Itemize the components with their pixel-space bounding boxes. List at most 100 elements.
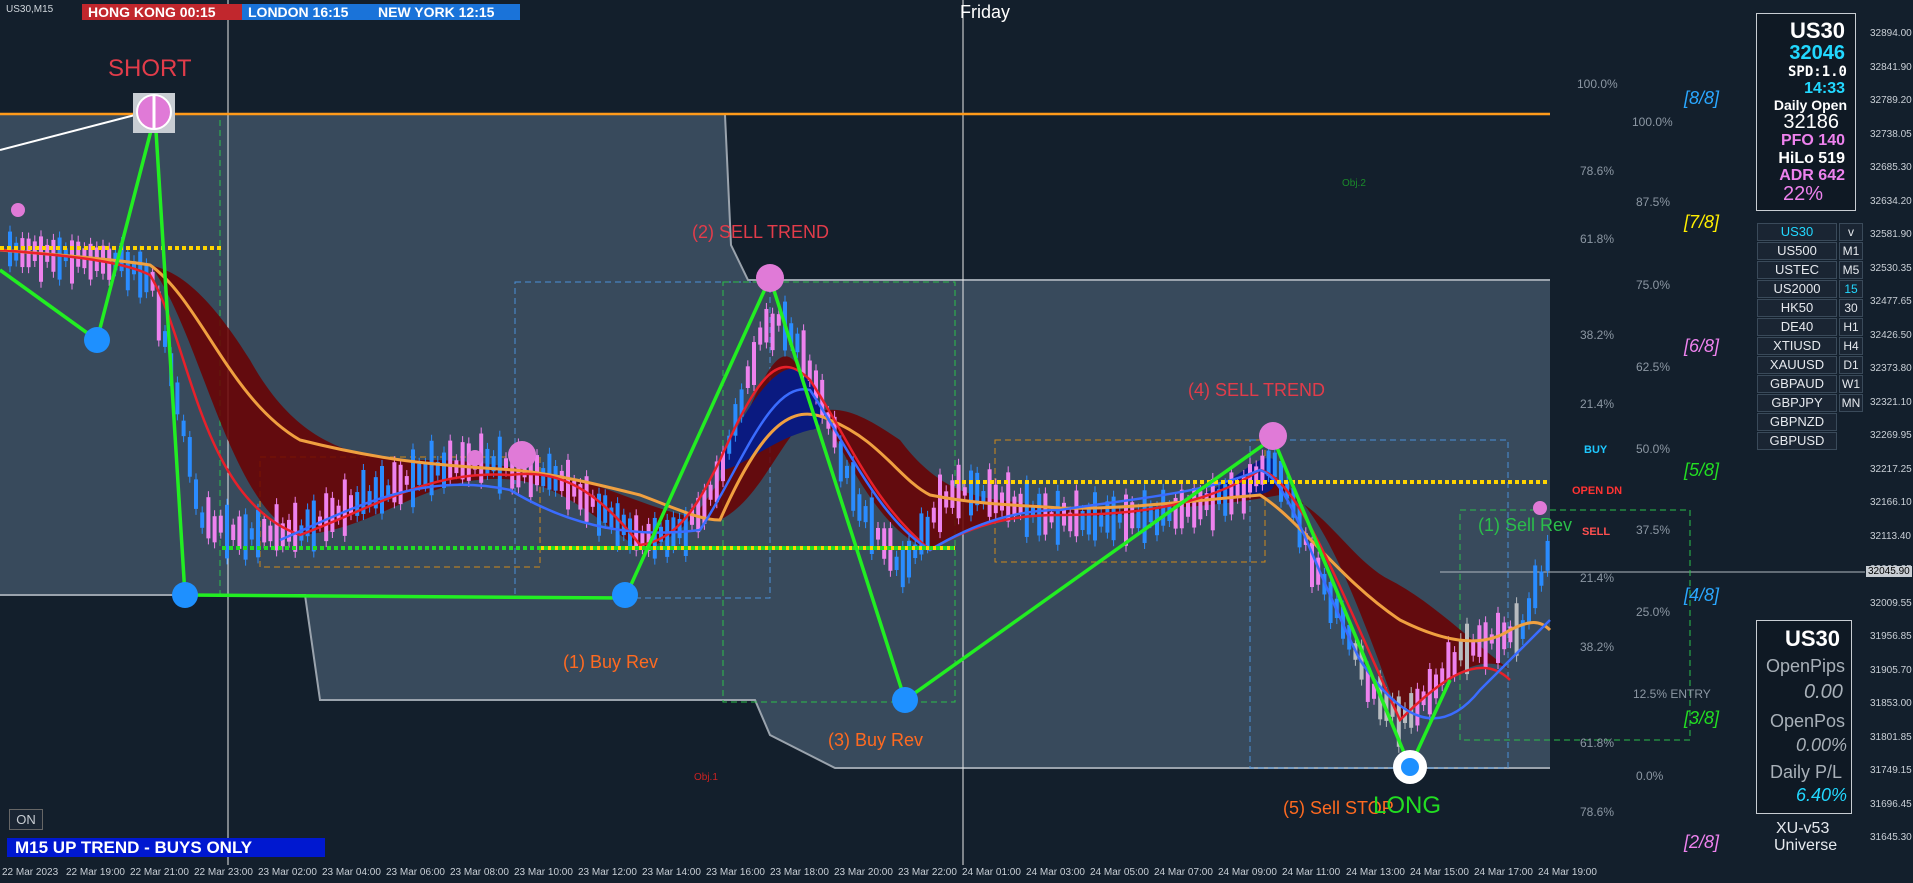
time-tick: 24 Mar 07:00	[1154, 867, 1213, 878]
candle-body	[218, 515, 223, 533]
sell-rev-1-label: (1) Sell Rev	[1478, 515, 1573, 535]
timeframe-button-h1[interactable]: H1	[1839, 318, 1863, 336]
timeframe-button-m5[interactable]: M5	[1839, 261, 1863, 279]
symbol-title: US30,M15	[6, 4, 54, 15]
symbol-button-us500[interactable]: US500	[1757, 242, 1837, 260]
candle-body	[1483, 622, 1488, 669]
open-pos-label: OpenPos	[1770, 711, 1846, 731]
candle-body	[249, 528, 254, 540]
info-hilo: HiLo 519	[1778, 150, 1845, 167]
candle-body	[442, 452, 446, 488]
price-tick: 31696.45	[1870, 798, 1912, 810]
fib-right: 25.0%	[1636, 605, 1671, 619]
price-chart[interactable]	[0, 0, 1913, 883]
candle-body	[417, 463, 422, 485]
candle-body	[764, 308, 769, 343]
time-tick: 22 Mar 2023	[2, 867, 59, 878]
candle-body	[380, 466, 384, 514]
candle-body	[845, 465, 849, 479]
murrey-5-8: [5/8]	[1684, 460, 1720, 480]
price-tick: 31801.85	[1870, 731, 1912, 743]
symbol-button-us30[interactable]: US30	[1757, 223, 1837, 241]
candle-body	[1527, 598, 1531, 624]
candle-body	[1074, 490, 1079, 537]
timeframe-button-mn[interactable]: MN	[1839, 394, 1863, 412]
candle-body	[324, 493, 329, 542]
time-tick: 23 Mar 12:00	[578, 867, 637, 878]
fib-right: 75.0%	[1636, 278, 1671, 292]
time-tick: 24 Mar 03:00	[1026, 867, 1085, 878]
swing-low-dot	[84, 327, 110, 353]
timeframe-button-w1[interactable]: W1	[1839, 375, 1863, 393]
fib-right: 0.0%	[1636, 769, 1664, 783]
buy-label: BUY	[1584, 444, 1608, 456]
candle-body	[1272, 452, 1277, 478]
symbol-button-gbpjpy[interactable]: GBPJPY	[1757, 394, 1837, 412]
timeframe-button-m1[interactable]: M1	[1839, 242, 1863, 260]
price-tick: 32113.40	[1870, 530, 1911, 542]
time-tick: 23 Mar 18:00	[770, 867, 829, 878]
symbol-button-xtiusd[interactable]: XTIUSD	[1757, 337, 1837, 355]
candle-body	[76, 241, 81, 267]
candle-body	[1049, 512, 1054, 523]
symbol-button-xauusd[interactable]: XAUUSD	[1757, 356, 1837, 374]
on-button[interactable]: ON	[9, 809, 43, 830]
candle-body	[863, 506, 868, 523]
candle-body	[274, 504, 279, 551]
timeframe-button-d1[interactable]: D1	[1839, 356, 1863, 374]
candle-body	[262, 518, 267, 543]
info-pfo: PFO 140	[1780, 132, 1845, 149]
timeframe-button-v[interactable]: v	[1839, 223, 1863, 241]
sell-trend-4-label: (4) SELL TREND	[1188, 380, 1326, 400]
candle-body	[869, 497, 874, 555]
symbol-button-gbpusd[interactable]: GBPUSD	[1757, 432, 1837, 450]
version-label: XU-v53	[1776, 820, 1830, 837]
candle-body	[1124, 494, 1128, 546]
candle-body	[237, 516, 242, 549]
candle-body	[814, 370, 818, 399]
symbol-button-ustec[interactable]: USTEC	[1757, 261, 1837, 279]
candle-body	[857, 494, 862, 521]
symbol-button-de40[interactable]: DE40	[1757, 318, 1837, 336]
timeframe-button-h4[interactable]: H4	[1839, 337, 1863, 355]
candle-body	[342, 479, 347, 536]
pos-symbol: US30	[1785, 626, 1841, 651]
symbol-button-hk50[interactable]: HK50	[1757, 299, 1837, 317]
fib-left: 61.8%	[1580, 736, 1615, 750]
candle-body	[1086, 508, 1091, 535]
info-daily-open: 32186	[1783, 111, 1839, 133]
daily-pl-label: Daily P/L	[1770, 762, 1843, 782]
info-spread: SPD:1.0	[1787, 64, 1847, 80]
swing-high-dot	[1533, 501, 1547, 515]
candle-body	[138, 251, 143, 298]
candle-body	[665, 519, 670, 557]
timeframe-button-15[interactable]: 15	[1839, 280, 1863, 298]
candle-body	[1452, 652, 1457, 676]
open-pips-value: 0.00	[1804, 681, 1843, 703]
candle-body	[57, 237, 62, 280]
candle-body	[925, 516, 930, 548]
price-tick: 32426.50	[1870, 329, 1912, 341]
buy-rev-1-label: (1) Buy Rev	[563, 652, 659, 672]
candle-body	[1465, 623, 1469, 675]
time-tick: 23 Mar 10:00	[514, 867, 573, 878]
timeframe-button-30[interactable]: 30	[1839, 299, 1863, 317]
candle-body	[206, 497, 211, 539]
info-symbol: US30	[1789, 18, 1845, 43]
candle-body	[541, 468, 546, 487]
symbol-button-gbpnzd[interactable]: GBPNZD	[1757, 413, 1837, 431]
swing-low-dot	[892, 687, 918, 713]
candle-body	[950, 480, 955, 508]
candle-body	[547, 453, 552, 490]
time-tick: 23 Mar 08:00	[450, 867, 509, 878]
candle-body	[1198, 491, 1203, 520]
time-tick: 23 Mar 02:00	[258, 867, 317, 878]
price-tick: 32894.00	[1870, 28, 1912, 39]
candle-body	[851, 462, 856, 511]
candle-body	[882, 528, 887, 559]
trend-banner: M15 UP TREND - BUYS ONLY	[7, 838, 325, 857]
time-tick: 22 Mar 21:00	[130, 867, 189, 878]
candle-body	[411, 449, 415, 508]
symbol-button-us2000[interactable]: US2000	[1757, 280, 1837, 298]
symbol-button-gbpaud[interactable]: GBPAUD	[1757, 375, 1837, 393]
